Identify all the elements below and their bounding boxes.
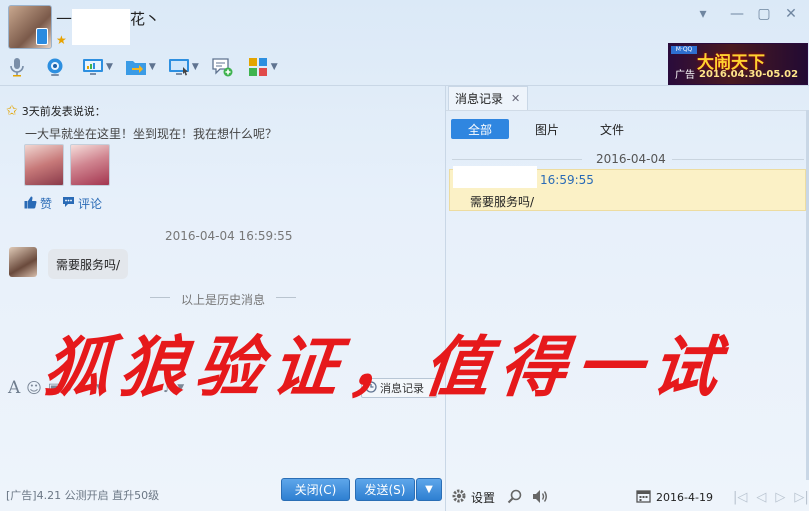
filter-images[interactable]: 图片 [527,119,567,139]
divider-line [150,297,170,298]
last-page-icon[interactable]: ▷| [794,490,808,505]
close-icon[interactable]: ✕ [781,6,801,22]
microphone-icon [6,56,28,78]
message-timestamp: 2016-04-04 16:59:55 [165,229,293,243]
close-button[interactable]: 关闭(C) [281,478,350,501]
contact-avatar[interactable] [8,5,52,49]
ad-label: 广告 [675,70,695,81]
star-outline-icon: ✩ [6,103,18,119]
sender-avatar[interactable] [9,247,37,277]
current-date[interactable]: 2016-4-19 [656,491,713,504]
ad-dates: 2016.04.30-05.02 [699,69,799,80]
message-bubble[interactable]: 需要服务吗/ [48,249,129,279]
create-group-button[interactable] [211,55,233,79]
panel-divider[interactable] [445,86,446,511]
history-divider-text: 以上是历史消息 [181,293,266,307]
contact-name-suffix: 花丶 [130,10,161,28]
search-icon[interactable] [507,489,522,507]
previous-page-icon[interactable]: ◁ [756,490,766,505]
chevron-down-icon[interactable]: ▼ [192,62,199,72]
comment-icon [62,196,75,211]
star-icon: ★ [56,33,67,47]
comment-label: 评论 [78,197,103,211]
date-divider-line [672,159,804,160]
feed-photo[interactable] [70,144,110,186]
filter-files[interactable]: 文件 [592,119,632,139]
redacted-name [72,9,130,45]
thumbs-up-icon [24,196,37,212]
next-page-icon[interactable]: ▷ [775,490,785,505]
comment-button[interactable]: 评论 [62,195,102,212]
video-call-button[interactable] [44,55,66,79]
redacted-sender [453,166,537,188]
feed-post-text: 一大早就坐在这里！坐到现在！我在想什么呢？ [25,127,278,141]
history-message-time: 16:59:55 [540,173,594,187]
history-footer: 设置 2016-4-19 |◁ ◁ ▷ ▷| [446,484,809,511]
overlay-caption: 狐狼验证，值得一试 [39,328,733,406]
gear-icon[interactable] [451,488,467,507]
calendar-icon[interactable] [636,489,651,506]
feed-header-text: 3天前发表说说： [21,105,106,118]
history-message-text: 需要服务吗/ [470,195,535,209]
minimize-icon[interactable]: — [727,6,747,22]
monitor-chart-icon [82,56,104,78]
chevron-down-icon[interactable]: ▾ [693,6,713,22]
webcam-icon [44,56,66,78]
send-file-button[interactable]: ▼ [125,55,162,79]
chevron-down-icon[interactable]: ▼ [271,62,278,72]
tab-label: 消息记录 [455,92,504,106]
remote-desktop-button[interactable]: ▼ [82,55,119,79]
chevron-down-icon[interactable]: ▼ [106,62,113,72]
send-button[interactable]: 发送(S) [355,478,415,501]
footer-ad-text[interactable]: [广告]4.21 公测开启 直升50级 [6,487,159,503]
divider-line [276,297,296,298]
chevron-down-icon[interactable]: ▼ [149,62,156,72]
close-icon[interactable]: ✕ [511,92,520,105]
feed-header: ✩ 3天前发表说说： [6,103,106,119]
screen-share-icon [168,56,190,78]
like-button[interactable]: 赞 [24,195,52,212]
maximize-icon[interactable]: ▢ [754,6,774,22]
feed-photo[interactable] [24,144,64,186]
speaker-icon[interactable] [532,489,548,507]
date-divider-line [452,159,582,160]
like-label: 赞 [40,197,53,211]
settings-label[interactable]: 设置 [471,489,495,506]
emoji-icon[interactable]: ☺ [26,379,42,397]
header-ad-banner[interactable]: M·QQ 大闹天下 广告 2016.04.30-05.02 [668,43,808,85]
send-options-chevron-icon[interactable]: ▼ [416,478,442,501]
filter-all[interactable]: 全部 [451,119,509,139]
app-grid-icon [247,56,269,78]
first-page-icon[interactable]: |◁ [733,490,747,505]
chat-toolbar: ▼ ▼ ▼ ▼ [6,54,284,80]
chat-add-icon [211,56,233,78]
apps-button[interactable]: ▼ [247,55,284,79]
folder-transfer-icon [125,56,147,78]
phone-online-icon [36,28,48,45]
contact-name-prefix: — [56,8,72,27]
screen-share-button[interactable]: ▼ [168,55,205,79]
tab-message-history[interactable]: 消息记录 ✕ [448,86,528,110]
ad-brand: M·QQ [671,46,697,54]
history-date: 2016-04-04 [596,152,666,166]
font-icon[interactable]: A [8,378,20,398]
voice-call-button[interactable] [6,55,28,79]
